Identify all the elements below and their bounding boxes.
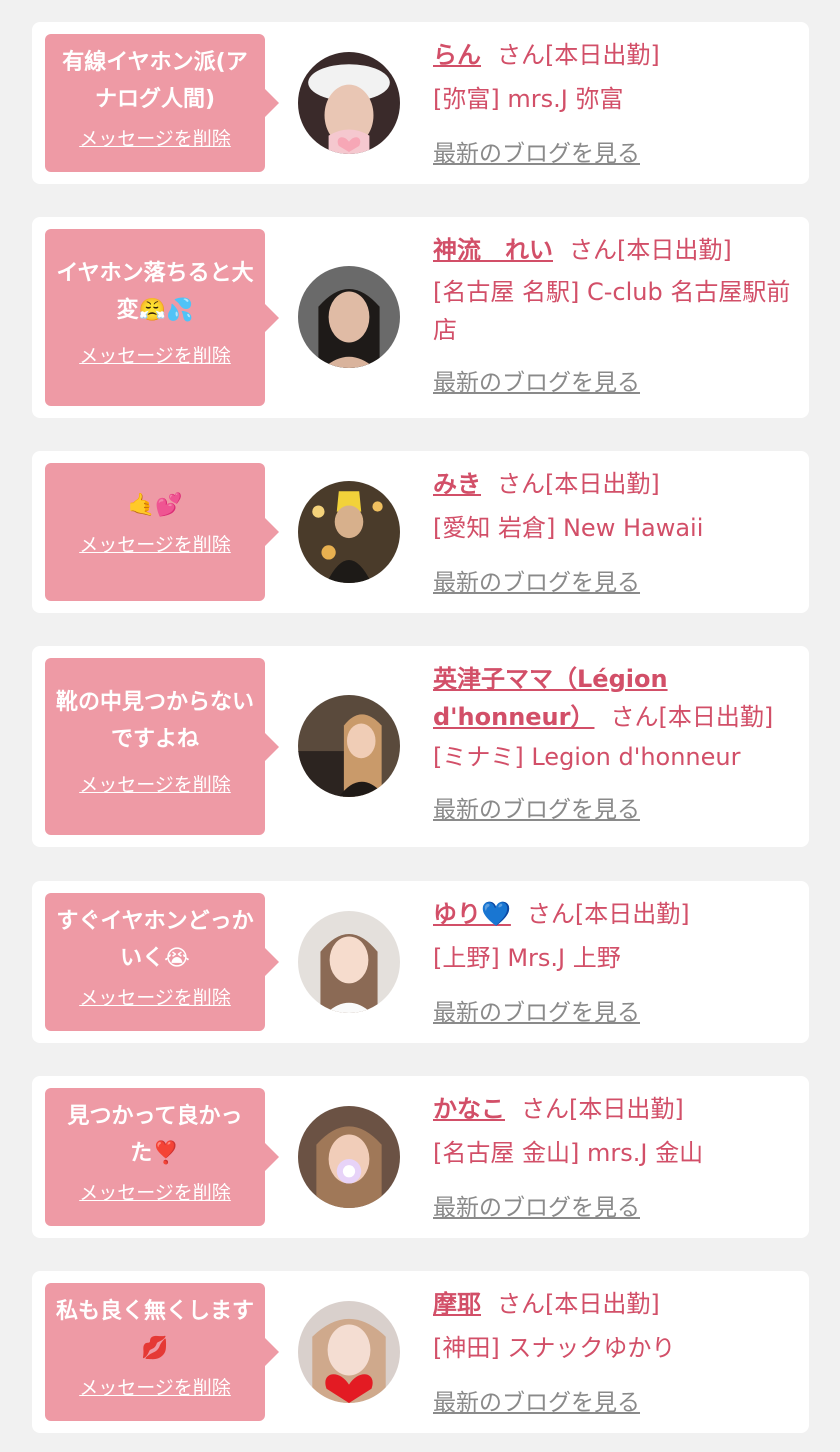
avatar[interactable]: [298, 266, 400, 368]
delete-message-button[interactable]: メッセージを削除: [79, 1178, 231, 1205]
message-bubble: 🤙💕 メッセージを削除: [45, 463, 279, 601]
avatar-photo-icon: [298, 52, 400, 154]
shop-name: [愛知 岩倉] New Hawaii: [433, 514, 704, 542]
message-text: 🤙💕: [127, 493, 183, 518]
latest-blog-link[interactable]: 最新のブログを見る: [433, 1188, 640, 1222]
message-bubble: イヤホン落ちると大変😤💦 メッセージを削除: [45, 229, 279, 406]
cast-status: さん[本日出勤]: [569, 236, 732, 264]
cast-name-link[interactable]: かなこ: [433, 1095, 505, 1123]
avatar-photo-icon: [298, 266, 400, 368]
cast-name-link[interactable]: 神流 れい: [433, 236, 553, 264]
avatar-photo-icon: [298, 1106, 400, 1208]
cast-info: 英津子ママ（Légion d'honneur） さん[本日出勤] [ミナミ] Le…: [433, 660, 788, 824]
shop-name: [上野] Mrs.J 上野: [433, 944, 621, 972]
delete-message-button[interactable]: メッセージを削除: [79, 530, 231, 557]
avatar[interactable]: [298, 481, 400, 583]
message-text: 靴の中見つからないですよね: [55, 690, 254, 752]
avatar[interactable]: [298, 695, 400, 797]
favorite-card: イヤホン落ちると大変😤💦 メッセージを削除 神流 れい さん[本日出勤] [名古屋…: [32, 217, 809, 418]
avatar[interactable]: [298, 52, 400, 154]
shop-name: [名古屋 金山] mrs.J 金山: [433, 1139, 704, 1167]
cast-name-link[interactable]: らん: [433, 41, 481, 69]
delete-message-button[interactable]: メッセージを削除: [79, 1373, 231, 1400]
avatar-photo-icon: [298, 1301, 400, 1403]
favorite-card: 私も良く無くします💋 メッセージを削除 摩耶 さん[本日出勤] [神田] スナック…: [32, 1271, 809, 1433]
latest-blog-link[interactable]: 最新のブログを見る: [433, 134, 640, 168]
avatar[interactable]: [298, 1106, 400, 1208]
message-text: 有線イヤホン派(アナログ人間): [62, 50, 248, 112]
avatar-photo-icon: [298, 481, 400, 583]
latest-blog-link[interactable]: 最新のブログを見る: [433, 993, 640, 1027]
cast-name-link[interactable]: 摩耶: [433, 1290, 481, 1318]
cast-name-link[interactable]: ゆり💙: [433, 900, 511, 928]
cast-info: ゆり💙 さん[本日出勤] [上野] Mrs.J 上野 最新のブログを見る: [433, 895, 791, 1027]
message-text: 私も良く無くします💋: [55, 1299, 254, 1361]
message-bubble: 見つかって良かった❣️ メッセージを削除: [45, 1088, 279, 1226]
latest-blog-link[interactable]: 最新のブログを見る: [433, 790, 640, 824]
cast-info: かなこ さん[本日出勤] [名古屋 金山] mrs.J 金山 最新のブログを見る: [433, 1090, 791, 1222]
delete-message-button[interactable]: メッセージを削除: [79, 983, 231, 1010]
cast-info: 神流 れい さん[本日出勤] [名古屋 名駅] C-club 名古屋駅前店 最新の…: [433, 231, 791, 397]
cast-status: さん[本日出勤]: [526, 900, 690, 928]
avatar-photo-icon: [298, 695, 400, 797]
favorite-card: 🤙💕 メッセージを削除 みき さん[本日出勤] [愛知 岩倉] New Hawai…: [32, 451, 809, 613]
avatar-photo-icon: [298, 911, 400, 1013]
message-bubble: すぐイヤホンどっかいく😭 メッセージを削除: [45, 893, 279, 1031]
cast-status: さん[本日出勤]: [610, 703, 774, 731]
favorite-card: すぐイヤホンどっかいく😭 メッセージを削除 ゆり💙 さん[本日出勤] [上野] M…: [32, 881, 809, 1043]
cast-status: さん[本日出勤]: [497, 1290, 660, 1318]
latest-blog-link[interactable]: 最新のブログを見る: [433, 1383, 640, 1417]
cast-status: さん[本日出勤]: [521, 1095, 684, 1123]
message-text: すぐイヤホンどっかいく😭: [56, 909, 254, 971]
delete-message-button[interactable]: メッセージを削除: [79, 124, 231, 151]
delete-message-button[interactable]: メッセージを削除: [79, 770, 231, 797]
shop-name: [ミナミ] Legion d'honneur: [433, 743, 741, 771]
avatar[interactable]: [298, 911, 400, 1013]
cast-info: 摩耶 さん[本日出勤] [神田] スナックゆかり 最新のブログを見る: [433, 1285, 791, 1417]
cast-status: さん[本日出勤]: [497, 41, 660, 69]
latest-blog-link[interactable]: 最新のブログを見る: [433, 563, 640, 597]
shop-name: [神田] スナックゆかり: [433, 1334, 676, 1362]
favorite-list: 有線イヤホン派(アナログ人間) メッセージを削除 らん さん[本日出勤] [弥富]…: [0, 0, 840, 1452]
favorite-card: 有線イヤホン派(アナログ人間) メッセージを削除 らん さん[本日出勤] [弥富]…: [32, 22, 809, 184]
delete-message-button[interactable]: メッセージを削除: [79, 341, 231, 368]
favorite-card: 見つかって良かった❣️ メッセージを削除 かなこ さん[本日出勤] [名古屋 金山…: [32, 1076, 809, 1238]
cast-info: みき さん[本日出勤] [愛知 岩倉] New Hawaii 最新のブログを見る: [433, 465, 791, 597]
message-bubble: 有線イヤホン派(アナログ人間) メッセージを削除: [45, 34, 279, 172]
message-text: 見つかって良かった❣️: [67, 1104, 243, 1166]
message-text: イヤホン落ちると大変😤💦: [56, 261, 254, 323]
cast-status: さん[本日出勤]: [497, 470, 660, 498]
cast-name-link[interactable]: みき: [433, 470, 481, 498]
latest-blog-link[interactable]: 最新のブログを見る: [433, 363, 640, 397]
avatar[interactable]: [298, 1301, 400, 1403]
shop-name: [弥富] mrs.J 弥富: [433, 85, 624, 113]
message-bubble: 私も良く無くします💋 メッセージを削除: [45, 1283, 279, 1421]
favorite-card: 靴の中見つからないですよね メッセージを削除 英津子ママ（Légion d'ho…: [32, 646, 809, 847]
message-bubble: 靴の中見つからないですよね メッセージを削除: [45, 658, 279, 835]
shop-name: [名古屋 名駅] C-club 名古屋駅前店: [433, 278, 791, 344]
cast-info: らん さん[本日出勤] [弥富] mrs.J 弥富 最新のブログを見る: [433, 36, 791, 168]
